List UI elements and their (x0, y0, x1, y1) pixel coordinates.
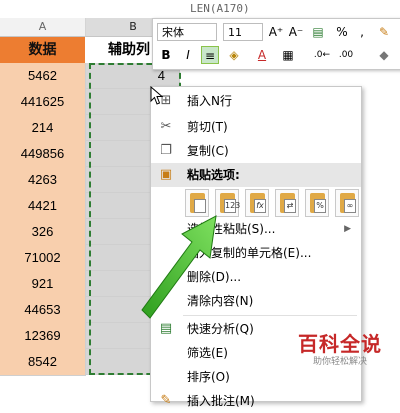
comma-style-icon[interactable]: , (353, 23, 371, 41)
currency-format-icon[interactable]: ▤ (309, 23, 327, 41)
increase-decimal-icon[interactable]: .0← (313, 46, 331, 64)
paste-transpose-icon[interactable]: ⇄ (275, 189, 299, 217)
comment-icon: ✎ (160, 393, 172, 408)
italic-icon[interactable]: I (179, 46, 197, 64)
cell-data[interactable]: 214 (0, 115, 86, 142)
format-painter-icon[interactable]: ✎ (375, 23, 393, 41)
menu-item-copy[interactable]: ❐ 复制(C) (151, 139, 361, 163)
cell-data[interactable]: 441625 (0, 89, 86, 116)
menu-item-paste-options: ▣ 粘贴选项: (151, 163, 361, 187)
menu-item-insert-rows[interactable]: ⊞ 插入N行 (151, 89, 361, 113)
cell-data[interactable]: 449856 (0, 141, 86, 168)
header-cell-data[interactable]: 数据 (0, 37, 85, 63)
formula-text[interactable]: LEN(A170) (190, 0, 250, 18)
annotation-arrow-icon (141, 215, 217, 319)
grow-font-icon[interactable]: A⁺ (267, 23, 285, 41)
scissors-icon: ✂ (160, 119, 172, 134)
cell-data[interactable]: 12369 (0, 323, 86, 350)
mini-toolbar: 宋体 11 A⁺ A⁻ ▤ % , ✎ B I ≡ ◈ A ▦ .0← .00 … (152, 18, 400, 70)
borders-icon[interactable]: ▦ (279, 46, 297, 64)
cell-data[interactable]: 44653 (0, 297, 86, 324)
quick-analysis-icon: ▤ (159, 321, 173, 336)
font-name-select[interactable]: 宋体 (157, 23, 217, 41)
menu-item-cut[interactable]: ✂ 剪切(T) (151, 115, 361, 139)
font-size-select[interactable]: 11 (223, 23, 263, 41)
cell-data[interactable]: 921 (0, 271, 86, 298)
watermark-title: 百科全说 (298, 332, 382, 356)
paste-link-icon[interactable]: ∞ (335, 189, 359, 217)
cell-data[interactable]: 8542 (0, 349, 86, 376)
paste-icon: ▣ (159, 167, 173, 182)
bold-icon[interactable]: B (157, 46, 175, 64)
shrink-font-icon[interactable]: A⁻ (287, 23, 305, 41)
fill-color-icon[interactable]: ◈ (225, 46, 243, 64)
formula-bar[interactable]: LEN(A170) (0, 0, 400, 19)
column-header-a[interactable]: A (0, 18, 86, 37)
submenu-arrow-icon: ▶ (344, 224, 351, 234)
cell-data[interactable]: 326 (0, 219, 86, 246)
watermark: 百科全说 助你轻松解决 (280, 332, 400, 376)
mouse-cursor-icon (150, 86, 164, 105)
watermark-subtitle: 助你轻松解决 (312, 357, 367, 367)
clear-icon[interactable]: ◆ (375, 46, 393, 64)
decrease-decimal-icon[interactable]: .00 (337, 46, 355, 64)
align-center-icon[interactable]: ≡ (201, 46, 219, 64)
font-color-icon[interactable]: A (253, 46, 271, 64)
percent-icon[interactable]: % (333, 23, 351, 41)
paste-formulas-icon[interactable]: fx (245, 189, 269, 217)
cell-data[interactable]: 71002 (0, 245, 86, 272)
menu-item-insert-comment[interactable]: ✎ 插入批注(M) (151, 389, 361, 413)
cell-data[interactable]: 4421 (0, 193, 86, 220)
paste-formatting-icon[interactable]: % (305, 189, 329, 217)
cell-data[interactable]: 4263 (0, 167, 86, 194)
cell-data[interactable]: 5462 (0, 63, 86, 90)
copy-icon: ❐ (160, 143, 172, 158)
